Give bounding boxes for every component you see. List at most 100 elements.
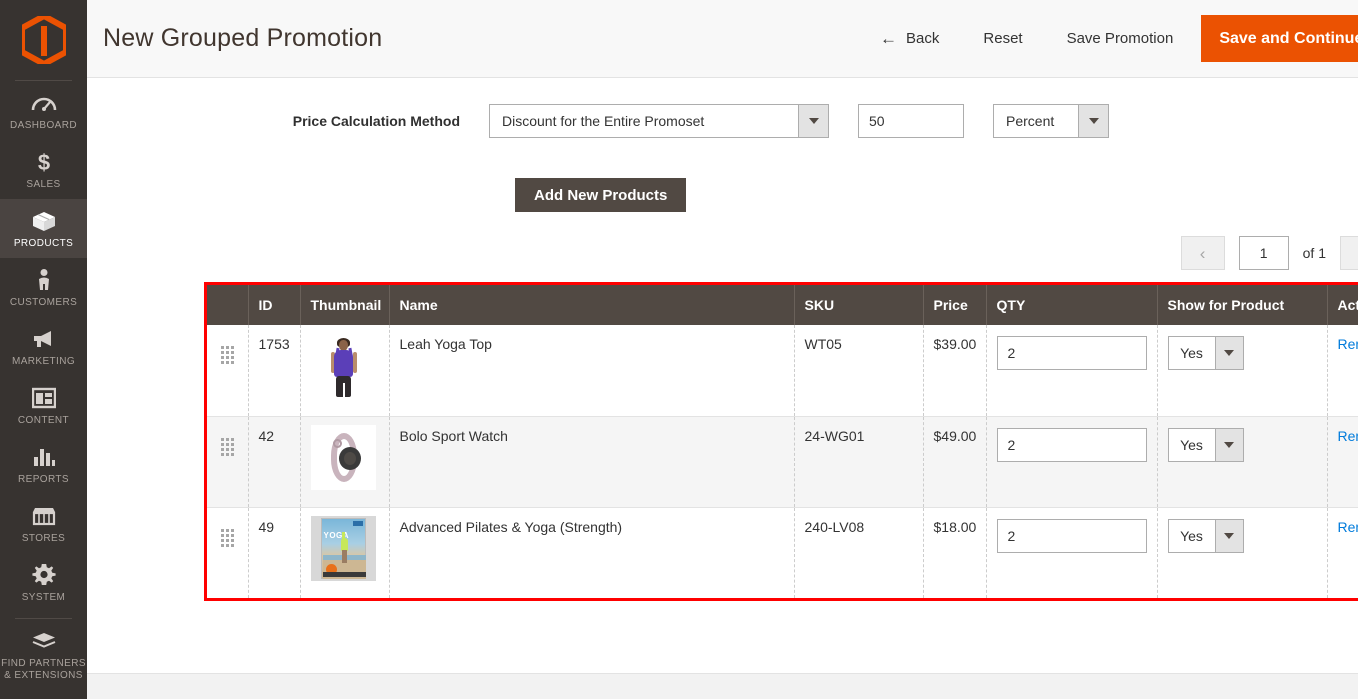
price-calculation-method-label: Price Calculation Method (292, 113, 460, 129)
column-header-id: ID (248, 285, 301, 325)
remove-link[interactable]: Remove (1338, 428, 1358, 444)
table-row: 49 YOGA Advanced Pilates & Yoga (Strengt… (207, 507, 1358, 598)
price-calculation-method-select[interactable]: Discount for the Entire Promoset (489, 104, 829, 138)
discount-amount-input[interactable] (858, 104, 964, 138)
gear-icon (31, 562, 56, 588)
layout-icon (31, 385, 56, 411)
column-header-drag (207, 285, 249, 325)
sidebar-item-label: SYSTEM (21, 592, 66, 603)
sidebar-item-marketing[interactable]: MARKETING (0, 317, 87, 376)
chevron-down-icon (1214, 519, 1243, 552)
sidebar-item-products[interactable]: PRODUCTS (0, 199, 87, 258)
remove-link[interactable]: Remove (1338, 336, 1358, 352)
show-for-product-select[interactable]: Yes (1167, 336, 1244, 370)
sidebar-item-content[interactable]: CONTENT (0, 376, 87, 435)
add-new-products-button[interactable]: Add New Products (515, 178, 687, 212)
sidebar-item-label: FIND PARTNERS & EXTENSIONS (1, 658, 86, 681)
bolo-sport-watch-thumbnail (310, 424, 376, 490)
sidebar-item-label: PRODUCTS (13, 238, 74, 249)
drag-handle-icon (220, 346, 234, 364)
sidebar-item-sales[interactable]: $ SALES (0, 140, 87, 199)
qty-input[interactable] (996, 427, 1147, 462)
advanced-pilates-yoga-thumbnail: YOGA (310, 515, 376, 581)
sidebar-item-reports[interactable]: REPORTS (0, 435, 87, 494)
row-price: $18.00 (923, 507, 987, 598)
sidebar-item-find-partners[interactable]: FIND PARTNERS & EXTENSIONS (0, 619, 87, 690)
remove-link[interactable]: Remove (1338, 519, 1358, 535)
reset-button-label: Reset (983, 30, 1023, 47)
row-drag-handle[interactable] (207, 325, 249, 417)
reset-button[interactable]: Reset (961, 0, 1044, 77)
show-for-product-select[interactable]: Yes (1167, 427, 1244, 462)
save-promotion-button[interactable]: Save Promotion (1045, 0, 1196, 77)
save-promotion-button-label: Save Promotion (1066, 30, 1174, 47)
page-title: New Grouped Promotion (103, 24, 383, 52)
row-show-for-product-cell: Yes (1157, 507, 1328, 598)
row-actions-cell: Remove (1327, 416, 1358, 508)
show-for-product-select[interactable]: Yes (1167, 518, 1244, 553)
sidebar-item-label: CONTENT (17, 415, 70, 426)
qty-input[interactable] (996, 518, 1147, 553)
magento-logo[interactable] (0, 0, 87, 80)
row-sku: 240-LV08 (794, 507, 924, 598)
person-icon (35, 267, 53, 293)
column-header-thumbnail: Thumbnail (300, 285, 390, 325)
row-qty-cell (986, 416, 1158, 508)
admin-page: DASHBOARD $ SALES PRODUCTS CUSTOMERS MAR… (0, 0, 1358, 699)
column-header-price: Price (923, 285, 987, 325)
row-id: 42 (248, 416, 301, 508)
box-icon (31, 208, 57, 234)
bar-chart-icon (32, 444, 56, 470)
table-row: 42 Bolo Sport Watch 24-WG01 $49.00 2 Yes… (207, 416, 1358, 508)
pager-next-button[interactable]: › (1340, 236, 1358, 270)
sidebar-item-stores[interactable]: STORES (0, 494, 87, 553)
sidebar-item-label: SALES (26, 179, 61, 190)
megaphone-icon (31, 326, 57, 352)
row-id: 49 (248, 507, 301, 598)
sidebar-item-customers[interactable]: CUSTOMERS (0, 258, 87, 317)
column-header-sku: SKU (794, 285, 924, 325)
discount-unit-value: Percent (1006, 113, 1055, 129)
sidebar-item-dashboard[interactable]: DASHBOARD (0, 81, 87, 140)
sidebar-item-system[interactable]: SYSTEM (0, 553, 87, 612)
row-thumbnail (300, 416, 390, 508)
price-calculation-row: Price Calculation Method Discount for th… (87, 78, 1358, 138)
row-drag-handle[interactable] (207, 416, 249, 508)
chevron-down-icon (1078, 105, 1108, 137)
extensions-icon (31, 628, 57, 654)
row-name: Advanced Pilates & Yoga (Strength) (389, 507, 795, 598)
row-name: Leah Yoga Top (389, 325, 795, 417)
arrow-left-icon: ← (880, 29, 898, 48)
dollar-icon: $ (35, 149, 53, 175)
row-sku: 24-WG01 (794, 416, 924, 508)
back-button[interactable]: ← Back (858, 0, 961, 77)
storefront-icon (31, 503, 57, 529)
row-show-for-product-cell: Yes (1157, 416, 1328, 508)
products-grid-highlight: ID Thumbnail Name SKU Price QTY Show for… (204, 282, 1358, 601)
pager-page-input[interactable] (1238, 236, 1289, 270)
row-thumbnail (300, 325, 390, 417)
products-grid-header: ID Thumbnail Name SKU Price QTY Show for… (207, 285, 1358, 325)
discount-unit-select[interactable]: Percent (993, 104, 1109, 138)
magento-logo-icon (21, 16, 66, 64)
page-footer (87, 673, 1358, 699)
sidebar-item-label: STORES (21, 533, 66, 544)
price-calculation-method-value: Discount for the Entire Promoset (502, 113, 705, 129)
back-button-label: Back (906, 30, 940, 47)
drag-handle-icon (220, 437, 234, 456)
row-price: $39.00 (923, 325, 987, 417)
column-header-actions: Actions (1327, 285, 1358, 325)
row-actions-cell: Remove (1327, 325, 1358, 417)
pager-previous-button[interactable]: ‹ (1180, 236, 1225, 270)
products-grid-body: 1753 Leah Yoga Top WT05 $39.00 2 Yes Re … (207, 325, 1358, 598)
chevron-down-icon (1214, 428, 1243, 461)
show-for-product-value: Yes (1180, 436, 1203, 453)
row-name: Bolo Sport Watch (389, 416, 795, 508)
save-and-continue-edit-button[interactable]: Save and Continue Edit (1201, 15, 1358, 62)
svg-text:$: $ (37, 150, 49, 174)
row-sku: WT05 (794, 325, 924, 417)
header-actions: ← Back Reset Save Promotion Save and Con… (858, 0, 1358, 77)
chevron-down-icon (1214, 337, 1243, 369)
qty-input[interactable] (996, 336, 1147, 370)
row-drag-handle[interactable] (207, 507, 249, 598)
